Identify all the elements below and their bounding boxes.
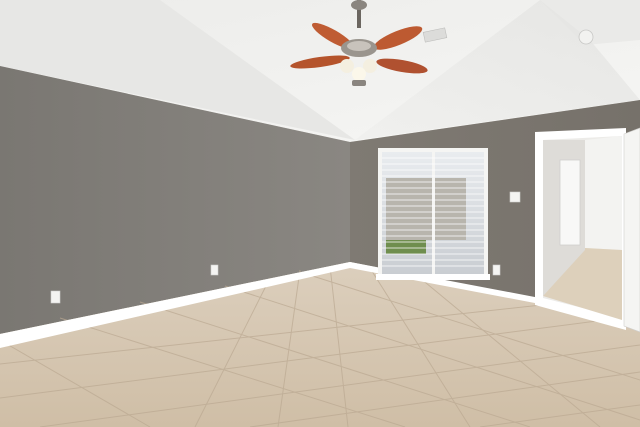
door-panel [623, 127, 640, 333]
outlet-left [50, 290, 61, 304]
window-blinds [376, 148, 490, 280]
open-doorway [535, 127, 640, 333]
outlet-mid [210, 264, 219, 276]
smoke-detector [578, 29, 594, 45]
outlet-right [492, 264, 501, 276]
room-photo [0, 0, 640, 427]
light-switch [509, 191, 521, 203]
